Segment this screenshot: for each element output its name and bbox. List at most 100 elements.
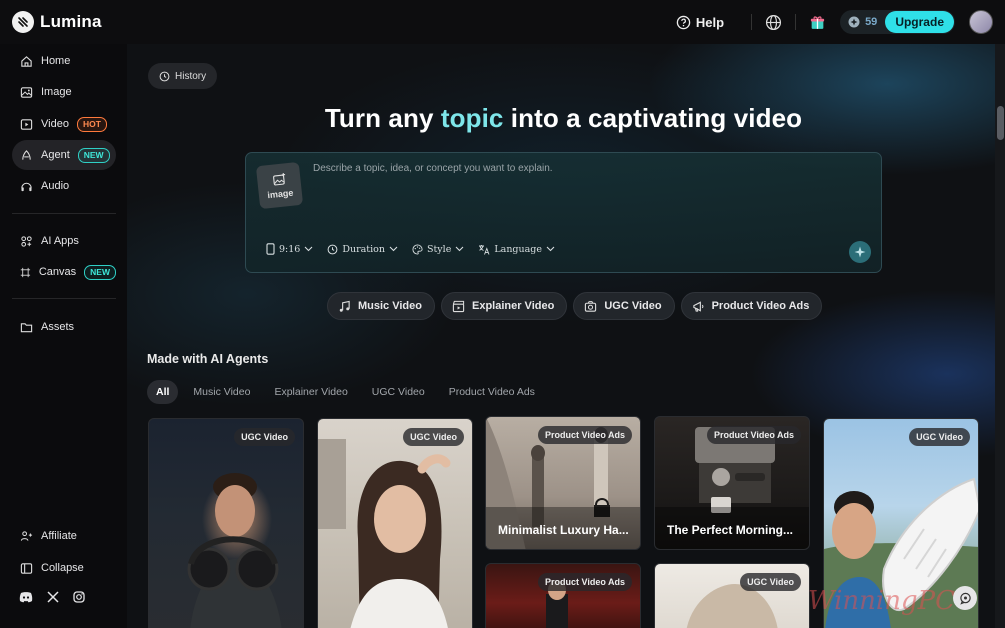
home-icon: [21, 55, 32, 67]
sidebar-item-label: AI Apps: [41, 235, 79, 247]
history-button[interactable]: History: [148, 63, 218, 89]
folder-icon: [20, 322, 33, 332]
instagram-icon[interactable]: [73, 591, 85, 603]
aspect-ratio-value: 9:16: [279, 243, 301, 255]
card-badge: Product Video Ads: [706, 426, 801, 444]
chevron-down-icon: [546, 246, 555, 252]
sidebar-item-label: Affiliate: [41, 530, 77, 542]
credits-pill[interactable]: 59 Upgrade: [840, 10, 955, 34]
video-type-buttons: Music Video Explainer Video UGC Video Pr…: [327, 292, 823, 320]
filter-explainer-video[interactable]: Explainer Video: [265, 380, 356, 404]
canvas-icon: [20, 267, 31, 277]
sidebar-item-label: Home: [41, 55, 71, 67]
globe-icon[interactable]: [765, 14, 782, 31]
sidebar-item-collapse[interactable]: Collapse: [12, 553, 116, 583]
chevron-down-icon: [304, 246, 313, 252]
sidebar-item-video[interactable]: Video HOT: [12, 109, 116, 139]
credit-count: 59: [865, 16, 878, 28]
explainer-video-label: Explainer Video: [471, 300, 555, 312]
image-add-icon: [272, 172, 285, 185]
filter-product-video-ads[interactable]: Product Video Ads: [440, 380, 544, 404]
card-badge: UGC Video: [740, 573, 801, 591]
sidebar-item-label: Assets: [41, 321, 75, 333]
x-icon[interactable]: [47, 591, 59, 603]
sidebar-item-label: Video: [41, 118, 69, 130]
new-badge: NEW: [84, 264, 116, 280]
clock-icon: [159, 71, 170, 81]
card-badge: UGC Video: [403, 428, 464, 446]
social-links: [19, 591, 85, 603]
card-badge: Product Video Ads: [537, 426, 632, 444]
filter-music-video[interactable]: Music Video: [184, 380, 259, 404]
video-card[interactable]: UGC Video: [317, 418, 473, 628]
sidebar-item-ai-apps[interactable]: AI Apps: [12, 226, 116, 256]
sparkle-icon: [854, 246, 866, 258]
sidebar-item-agent[interactable]: Agent NEW: [12, 140, 116, 170]
duration-select[interactable]: Duration: [327, 243, 398, 255]
sidebar-item-label: Image: [41, 86, 72, 98]
prompt-box: image Describe a topic, idea, or concept…: [245, 152, 882, 273]
chevron-down-icon: [455, 246, 464, 252]
product-video-ads-button[interactable]: Product Video Ads: [680, 292, 823, 320]
video-card[interactable]: UGC Video: [148, 418, 304, 628]
image-upload-label: image: [266, 187, 294, 200]
page-title: Turn any topic into a captivating video: [127, 103, 995, 134]
sidebar-item-home[interactable]: Home: [12, 46, 116, 76]
divider: [751, 14, 753, 30]
video-icon: [20, 118, 33, 130]
video-card[interactable]: UGC Video: [654, 563, 810, 628]
translate-icon: [479, 244, 490, 255]
video-card[interactable]: Product Video Ads: [485, 563, 641, 628]
music-note-icon: [339, 300, 350, 312]
avatar[interactable]: [969, 10, 993, 34]
help-button[interactable]: Help: [676, 15, 724, 30]
sidebar-item-canvas[interactable]: Canvas NEW: [12, 257, 116, 287]
music-video-label: Music Video: [358, 300, 422, 312]
affiliate-icon: [20, 530, 33, 541]
discord-icon[interactable]: [19, 591, 33, 603]
card-thumbnail: [187, 473, 282, 628]
palette-icon: [412, 243, 423, 255]
clapperboard-icon: [452, 300, 465, 312]
sidebar-item-assets[interactable]: Assets: [12, 312, 116, 342]
filter-ugc-video[interactable]: UGC Video: [363, 380, 434, 404]
ugc-video-button[interactable]: UGC Video: [573, 292, 675, 320]
scrollbar-thumb[interactable]: [997, 106, 1004, 140]
card-badge: UGC Video: [909, 428, 970, 446]
history-label: History: [175, 70, 207, 82]
sidebar-item-affiliate[interactable]: Affiliate: [12, 521, 116, 551]
sidebar-item-audio[interactable]: Audio: [12, 171, 116, 201]
app-name: Lumina: [40, 12, 102, 31]
scrollbar[interactable]: [995, 44, 1005, 628]
style-select[interactable]: Style: [412, 243, 464, 255]
product-video-ads-label: Product Video Ads: [711, 300, 810, 312]
ugc-video-label: UGC Video: [604, 300, 662, 312]
collapse-icon: [20, 562, 33, 574]
video-card[interactable]: Product Video Ads The Perfect Morning...: [654, 416, 810, 550]
upgrade-button[interactable]: Upgrade: [885, 11, 954, 33]
style-label: Style: [426, 243, 452, 255]
app-logo[interactable]: Lumina: [12, 11, 102, 33]
help-icon: [676, 15, 691, 29]
music-video-button[interactable]: Music Video: [327, 292, 435, 320]
explainer-video-button[interactable]: Explainer Video: [440, 292, 568, 320]
language-select[interactable]: Language: [478, 243, 555, 255]
generate-button[interactable]: [849, 241, 871, 263]
headline-text: Turn any: [324, 103, 441, 133]
image-upload-button[interactable]: image: [255, 161, 304, 210]
main-content: History Turn any topic into a captivatin…: [127, 44, 995, 628]
sidebar-divider: [12, 298, 116, 299]
sidebar-item-image[interactable]: Image: [12, 77, 116, 107]
sidebar-item-label: Audio: [41, 180, 70, 192]
aspect-ratio-select[interactable]: 9:16: [266, 243, 313, 255]
chat-button[interactable]: [953, 586, 977, 610]
filter-all[interactable]: All: [147, 380, 179, 404]
credit-icon: [848, 16, 860, 28]
gift-icon[interactable]: [809, 14, 826, 31]
video-card[interactable]: Product Video Ads Minimalist Luxury Ha..…: [485, 416, 641, 550]
megaphone-icon: [692, 300, 703, 312]
sidebar-item-label: Canvas: [38, 266, 77, 278]
headline-text: into a captivating video: [503, 103, 803, 133]
card-title: Minimalist Luxury Ha...: [498, 523, 629, 537]
prompt-input[interactable]: Describe a topic, idea, or concept you w…: [313, 163, 553, 174]
